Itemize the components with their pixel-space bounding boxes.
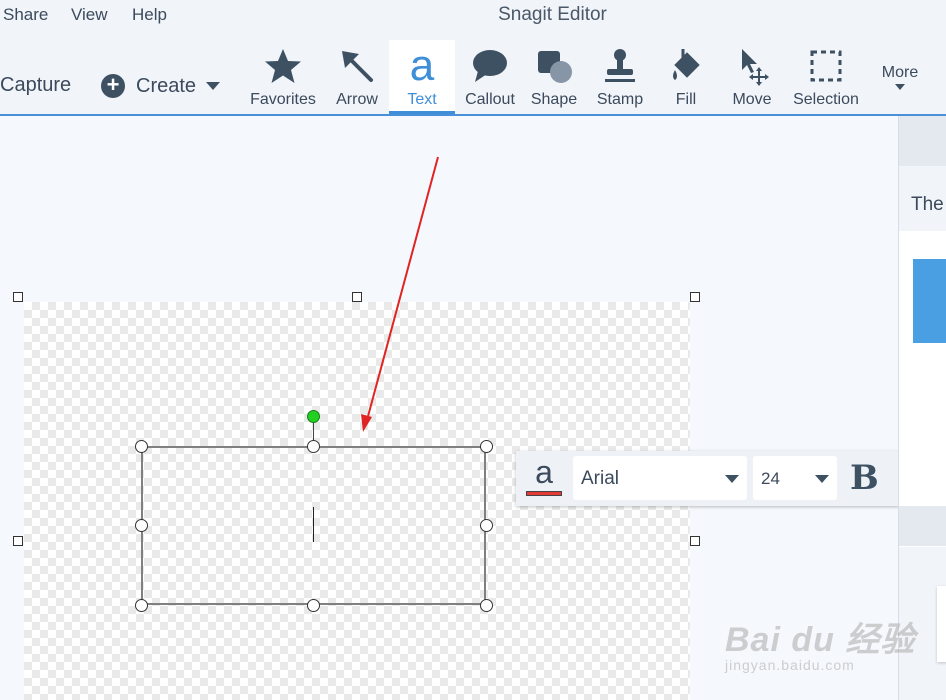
textbox-resize-handle[interactable]: [480, 519, 493, 532]
tool-label: Arrow: [336, 91, 378, 108]
text-color-swatch: [526, 491, 562, 496]
text-tool-icon: a: [410, 46, 435, 86]
font-family-select[interactable]: Arial: [573, 456, 747, 500]
menu-bar: Share View Help Snagit Editor: [0, 0, 946, 30]
textbox-resize-handle[interactable]: [480, 440, 493, 453]
text-cursor: [313, 507, 314, 542]
text-color-button[interactable]: a: [524, 455, 564, 499]
tool-fill[interactable]: Fill: [664, 40, 708, 112]
dashed-selection-icon: [810, 50, 842, 82]
textbox-resize-handle[interactable]: [135, 440, 148, 453]
tool-callout[interactable]: Callout: [459, 40, 521, 112]
tool-move[interactable]: Move: [727, 40, 777, 112]
chevron-down-icon: [895, 84, 905, 90]
create-label: Create: [136, 74, 197, 97]
image-resize-handle[interactable]: [13, 292, 23, 302]
watermark: Bai du 经验 jingyan.baidu.com: [725, 612, 915, 673]
watermark-logo: Bai du 经验: [725, 621, 916, 659]
tool-label: Stamp: [596, 91, 644, 108]
tool-label: Selection: [793, 91, 859, 108]
font-size-select[interactable]: 24: [753, 456, 837, 500]
tool-label: Favorites: [250, 91, 316, 108]
image-resize-handle[interactable]: [13, 536, 23, 546]
textbox-resize-handle[interactable]: [307, 599, 320, 612]
panel-card[interactable]: [937, 586, 946, 662]
paint-bucket-icon: [673, 49, 700, 80]
text-format-bar: a Arial 24 B I: [516, 451, 946, 506]
panel-section-header: [899, 506, 946, 546]
tool-label: Callout: [465, 91, 515, 108]
chevron-down-icon: [725, 475, 739, 483]
stamp-icon: [605, 49, 635, 82]
svg-text:a: a: [410, 46, 435, 86]
star-icon: [265, 49, 301, 83]
tool-stamp[interactable]: Stamp: [592, 40, 648, 112]
move-cursor-icon: [742, 49, 769, 86]
app-title: Snagit Editor: [498, 4, 607, 25]
textbox-resize-handle[interactable]: [307, 440, 320, 453]
tool-label: Text: [407, 91, 437, 108]
more-button[interactable]: More: [872, 64, 928, 90]
font-family-value: Arial: [581, 468, 620, 489]
tool-shape[interactable]: Shape: [527, 40, 581, 112]
textbox-resize-handle[interactable]: [480, 599, 493, 612]
tool-label: Shape: [530, 91, 578, 108]
rotate-handle[interactable]: [307, 410, 320, 423]
textbox-resize-handle[interactable]: [135, 599, 148, 612]
arrow-tool-icon: [342, 51, 373, 82]
tool-selection[interactable]: Selection: [788, 40, 864, 112]
bold-button[interactable]: B: [850, 458, 879, 498]
more-label: More: [881, 64, 919, 81]
image-resize-handle[interactable]: [352, 292, 362, 302]
tool-favorites[interactable]: Favorites: [246, 40, 320, 112]
textbox-resize-handle[interactable]: [135, 519, 148, 532]
speech-bubble-icon: [473, 50, 507, 82]
tool-label: Fill: [675, 91, 697, 108]
text-color-icon: a: [535, 454, 553, 490]
tool-text[interactable]: a Text: [389, 40, 455, 114]
tool-label: Move: [732, 91, 772, 108]
create-button[interactable]: + Create: [101, 72, 221, 100]
capture-tab[interactable]: Capture: [0, 74, 71, 97]
chevron-down-icon: [815, 475, 829, 483]
chevron-down-icon: [206, 82, 221, 90]
panel-header: [899, 116, 946, 166]
panel-text: The: [911, 194, 944, 215]
shape-tool-icon: [538, 51, 572, 83]
font-size-value: 24: [761, 469, 780, 488]
image-resize-handle[interactable]: [690, 536, 700, 546]
main-toolbar: Capture + Create Favorites Arrow a Text …: [0, 30, 946, 116]
style-thumbnail[interactable]: [913, 259, 946, 343]
tool-arrow[interactable]: Arrow: [330, 40, 384, 112]
image-resize-handle[interactable]: [690, 292, 700, 302]
plus-circle-icon: +: [101, 74, 125, 98]
